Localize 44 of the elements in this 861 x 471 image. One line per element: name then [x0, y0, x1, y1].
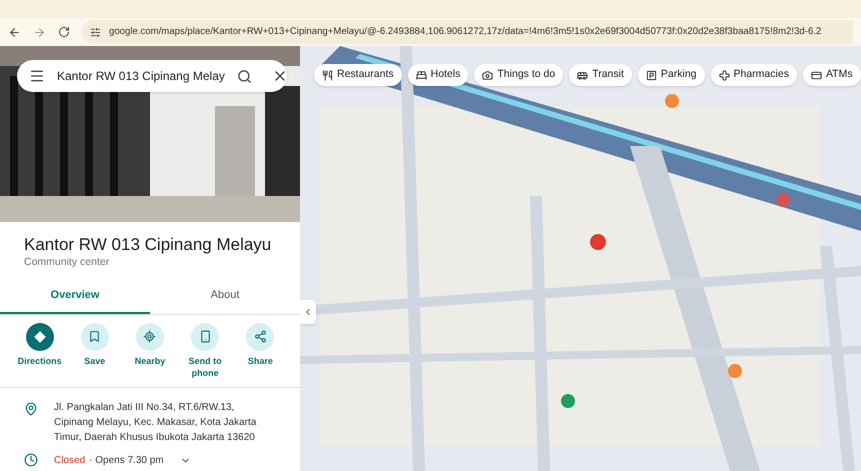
address-bar[interactable]: google.com/maps/place/Kantor+RW+013+Cipinang+Melayu/@-6.2493884,106.9061272,17z/data=!4m6!3m5!1s0x2e69f3004d50773f:0x20d2e38f3baa8175!8m2!3d-6.2 [82, 20, 853, 44]
category-chip[interactable]: Things to do [474, 64, 564, 86]
cross-icon [718, 70, 730, 80]
place-title: Kantor RW 013 Cipinang Melayu [24, 234, 272, 256]
action-label[interactable]: Send to phone [183, 354, 228, 378]
bed-icon [416, 70, 427, 80]
action-button[interactable] [80, 322, 109, 350]
address-text: Jl. Pangkalan Jati III No.34, RT.6/RW.13, Cipinang Melayu, Kec. Makasar, Kota Jakarta Timur, Daerah Khusus Ibukota Jakarta 13620 [54, 400, 258, 444]
category-chip[interactable]: Parking [638, 64, 704, 86]
directions-icon [32, 330, 47, 344]
action-button[interactable] [246, 322, 274, 350]
category-chip[interactable]: Hotels [408, 64, 468, 86]
location-icon [143, 330, 156, 343]
url-text: google.com/maps/place/Kantor+RW+013+Cipinang+Melayu/@-6.2493884,106.9061272,17z/data=!4m6!3m5!1s0x2e69f3004d50773f:0x20d2e38f3baa8175!8m2!3d-6.2 [109, 24, 822, 39]
site-info-icon[interactable] [90, 26, 101, 38]
clock-icon [24, 453, 38, 467]
hours-text: · Opens 7.30 pm [89, 454, 164, 468]
reload-icon[interactable] [58, 26, 70, 38]
action-label[interactable]: Directions [18, 354, 62, 366]
parking-icon [646, 70, 657, 80]
utensils-icon [322, 70, 333, 80]
share-icon [254, 330, 267, 343]
card-icon [810, 70, 822, 80]
action-label[interactable]: Save [72, 354, 117, 366]
camera-icon [482, 70, 494, 80]
back-icon[interactable] [8, 26, 21, 38]
category-chip[interactable]: Transit [569, 64, 632, 86]
category-chip[interactable]: Pharmacies [710, 64, 797, 86]
tab[interactable]: Overview [0, 279, 150, 314]
bus-icon [577, 70, 588, 80]
action-button[interactable] [136, 322, 164, 350]
location-pin-icon [24, 402, 38, 416]
action-label[interactable]: Share [238, 354, 282, 366]
phone-icon [198, 330, 212, 343]
forward-icon[interactable] [33, 26, 46, 38]
category-chip[interactable]: Restaurants [314, 64, 402, 86]
bookmark-icon [88, 330, 102, 343]
action-label[interactable]: Nearby [128, 354, 172, 366]
hours-status: Closed [54, 454, 86, 468]
tab[interactable]: About [150, 279, 300, 314]
directions-button[interactable] [26, 322, 54, 350]
place-category: Community center [24, 255, 110, 270]
category-chip[interactable]: ATMs [802, 64, 861, 86]
action-button[interactable] [191, 322, 220, 350]
